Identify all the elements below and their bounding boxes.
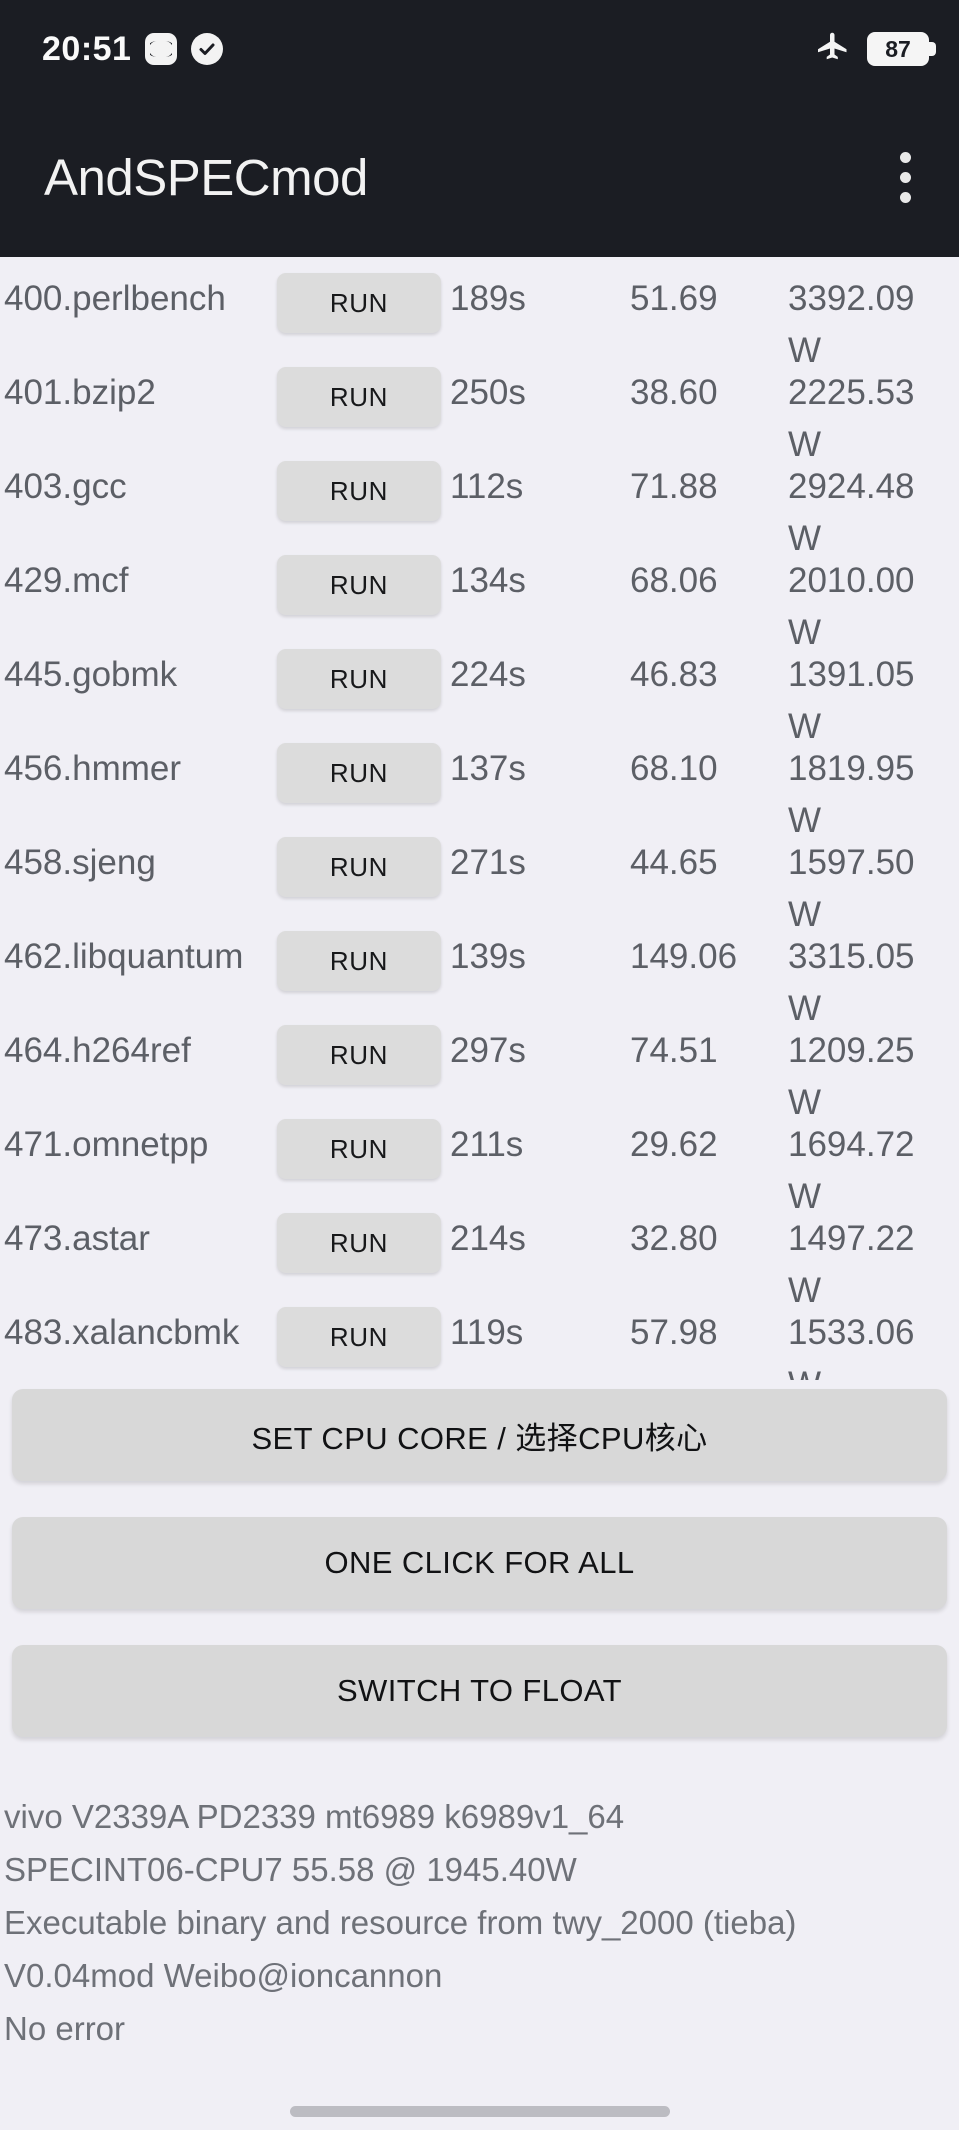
run-button[interactable]: RUN [277, 273, 441, 333]
benchmark-time: 271s [450, 843, 526, 882]
table-row: 471.omnetpp RUN 211s 29.62 1694.72 W [0, 1103, 959, 1216]
table-row: 401.bzip2 RUN 250s 38.60 2225.53 W [0, 351, 959, 464]
benchmark-score: 68.06 [630, 561, 718, 600]
app-bar: AndSPECmod [0, 98, 959, 257]
check-circle-icon [191, 33, 224, 65]
benchmark-name: 464.h264ref [4, 1031, 191, 1070]
run-button[interactable]: RUN [277, 1213, 441, 1273]
benchmark-time: 297s [450, 1031, 526, 1070]
run-button[interactable]: RUN [277, 649, 441, 709]
benchmark-name: 471.omnetpp [4, 1125, 209, 1164]
benchmark-score: 29.62 [630, 1125, 718, 1164]
benchmark-score: 149.06 [630, 937, 738, 976]
benchmark-time: 189s [450, 279, 526, 318]
benchmark-time: 211s [450, 1125, 524, 1164]
run-button[interactable]: RUN [277, 555, 441, 615]
benchmark-list[interactable]: 400.perlbench RUN 189s 51.69 3392.09 W 401.bz… [0, 257, 959, 1380]
benchmark-power: 1533.06 W [788, 1313, 915, 1380]
app-screen: 20:51 87 AndSPECmod 400.perlbench RUN 18… [0, 0, 959, 2130]
info-line: V0.04mod Weibo@ioncannon [4, 1957, 443, 1994]
run-button[interactable]: RUN [277, 367, 441, 427]
action-button-3[interactable]: SWITCH TO FLOAT [12, 1645, 947, 1737]
benchmark-time: 134s [450, 561, 526, 600]
benchmark-name: 403.gcc [4, 467, 127, 506]
table-row: 458.sjeng RUN 271s 44.65 1597.50 W [0, 821, 959, 934]
table-row: 445.gobmk RUN 224s 46.83 1391.05 W [0, 633, 959, 746]
action-button-1[interactable]: SET CPU CORE / 选择CPU核心 [12, 1389, 947, 1481]
airplane-mode-icon [815, 29, 851, 70]
page-title: AndSPECmod [44, 149, 368, 206]
info-line: No error [4, 2010, 126, 2047]
table-row: 462.libquantum RUN 139s 149.06 3315.05 W [0, 915, 959, 1028]
benchmark-time: 119s [450, 1313, 524, 1352]
benchmark-score: 57.98 [630, 1313, 718, 1352]
status-clock: 20:51 [42, 29, 132, 68]
battery-indicator: 87 [867, 32, 936, 66]
benchmark-score: 71.88 [630, 467, 718, 506]
benchmark-time: 137s [450, 749, 526, 788]
run-button[interactable]: RUN [277, 1307, 441, 1367]
benchmark-name: 400.perlbench [4, 279, 226, 318]
status-bar-right: 87 [815, 29, 936, 70]
benchmark-score: 68.10 [630, 749, 718, 788]
action-button-2[interactable]: ONE CLICK FOR ALL [12, 1517, 947, 1609]
table-row: 473.astar RUN 214s 32.80 1497.22 W [0, 1197, 959, 1310]
table-row: 464.h264ref RUN 297s 74.51 1209.25 W [0, 1009, 959, 1122]
benchmark-name: 429.mcf [4, 561, 129, 600]
gesture-nav-pill[interactable] [290, 2106, 670, 2117]
table-row: 483.xalancbmk RUN119s 57.98 1533.06 W [0, 1291, 959, 1380]
run-button[interactable]: RUN [277, 837, 441, 897]
benchmark-score: 38.60 [630, 373, 718, 412]
benchmark-time: 250s [450, 373, 526, 412]
run-button[interactable]: RUN [277, 1025, 441, 1085]
run-button[interactable]: RUN [277, 1119, 441, 1179]
benchmark-name: 483.xalancbmk [4, 1313, 240, 1352]
benchmark-name: 456.hmmer [4, 749, 182, 788]
app-badge-icon [145, 33, 178, 65]
benchmark-score: 46.83 [630, 655, 718, 694]
run-button[interactable]: RUN [277, 743, 441, 803]
info-line: Executable binary and resource from twy_… [4, 1904, 797, 1941]
benchmark-score: 74.51 [630, 1031, 718, 1070]
status-bar-left: 20:51 [42, 29, 224, 69]
table-row: 400.perlbench RUN 189s 51.69 3392.09 W [0, 257, 959, 370]
benchmark-time: 112s [450, 467, 524, 506]
benchmark-score: 44.65 [630, 843, 718, 882]
table-row: 429.mcf RUN 134s 68.06 2010.00 W [0, 539, 959, 652]
benchmark-score: 32.80 [630, 1219, 718, 1258]
device-info-block: vivo V2339A PD2339 mt6989 k6989v1_64 SPEC… [4, 1790, 954, 2055]
info-line: vivo V2339A PD2339 mt6989 k6989v1_64 [4, 1798, 625, 1835]
run-button[interactable]: RUN [277, 931, 441, 991]
action-button-group: SET CPU CORE / 选择CPU核心 ONE CLICK FOR ALL S… [0, 1389, 959, 1773]
benchmark-name: 473.astar [4, 1219, 150, 1258]
overflow-menu-icon[interactable] [886, 142, 925, 213]
run-button[interactable]: RUN [277, 461, 441, 521]
benchmark-score: 51.69 [630, 279, 718, 318]
table-row: 456.hmmer RUN 137s 68.10 1819.95 W [0, 727, 959, 840]
table-row: 403.gcc RUN 112s 71.88 2924.48 W [0, 445, 959, 558]
benchmark-name: 445.gobmk [4, 655, 178, 694]
benchmark-name: 458.sjeng [4, 843, 156, 882]
benchmark-time: 139s [450, 937, 526, 976]
status-bar: 20:51 87 [0, 0, 959, 98]
benchmark-time: 214s [450, 1219, 526, 1258]
benchmark-name: 462.libquantum [4, 937, 244, 976]
battery-level-label: 87 [885, 35, 911, 62]
benchmark-name: 401.bzip2 [4, 373, 156, 412]
info-line: SPECINT06-CPU7 55.58 @ 1945.40W [4, 1851, 577, 1888]
benchmark-time: 224s [450, 655, 526, 694]
